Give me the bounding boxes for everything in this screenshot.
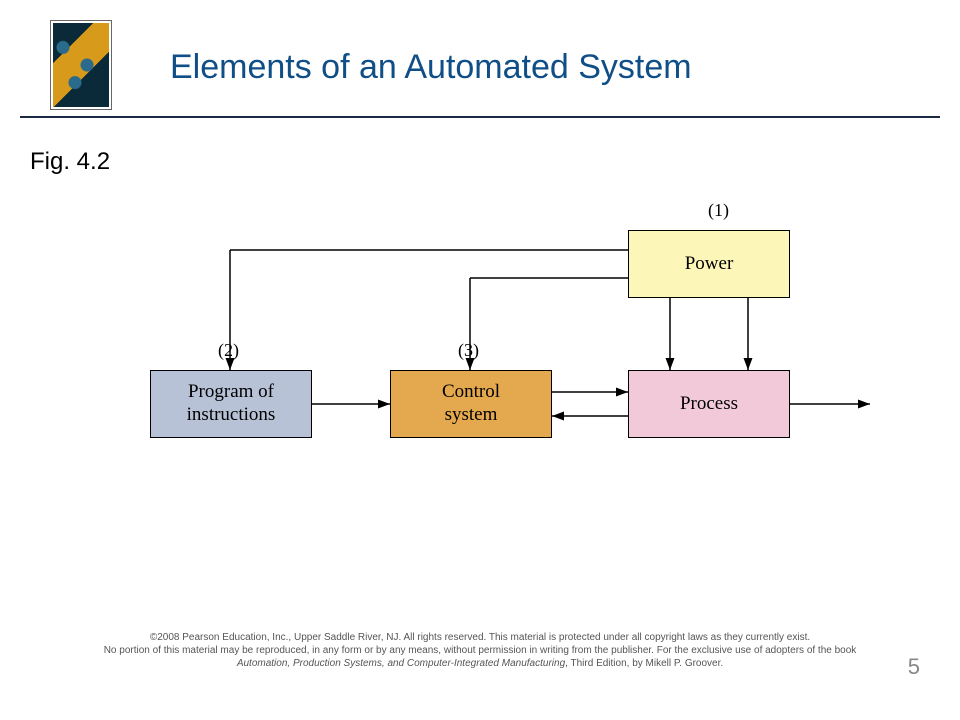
- node-program: Program of instructions: [150, 370, 312, 438]
- slide: Elements of an Automated System Fig. 4.2: [0, 0, 960, 720]
- corner-image: [50, 20, 112, 110]
- node-control: Control system: [390, 370, 552, 438]
- node-number-power: (1): [708, 200, 729, 221]
- node-control-label: Control system: [442, 381, 500, 427]
- footer-tail: , Third Edition, by Mikell P. Groover.: [565, 658, 723, 669]
- node-power: Power: [628, 230, 790, 298]
- title-rule: [20, 116, 940, 118]
- copyright-footer: ©2008 Pearson Education, Inc., Upper Sad…: [30, 631, 930, 670]
- node-power-label: Power: [685, 253, 734, 276]
- figure-caption: Fig. 4.2: [30, 148, 110, 176]
- diagram: (1) (2) (3) Power Program of instruction…: [110, 200, 870, 500]
- node-process-label: Process: [680, 393, 738, 416]
- footer-line-2: No portion of this material may be repro…: [30, 644, 930, 657]
- footer-line-3: Automation, Production Systems, and Comp…: [30, 657, 930, 670]
- slide-title: Elements of an Automated System: [170, 48, 692, 87]
- footer-line-1: ©2008 Pearson Education, Inc., Upper Sad…: [30, 631, 930, 644]
- page-number: 5: [908, 654, 920, 680]
- node-number-control: (3): [458, 340, 479, 361]
- node-process: Process: [628, 370, 790, 438]
- node-program-label: Program of instructions: [187, 381, 276, 427]
- node-number-program: (2): [218, 340, 239, 361]
- footer-book-title: Automation, Production Systems, and Comp…: [237, 658, 565, 669]
